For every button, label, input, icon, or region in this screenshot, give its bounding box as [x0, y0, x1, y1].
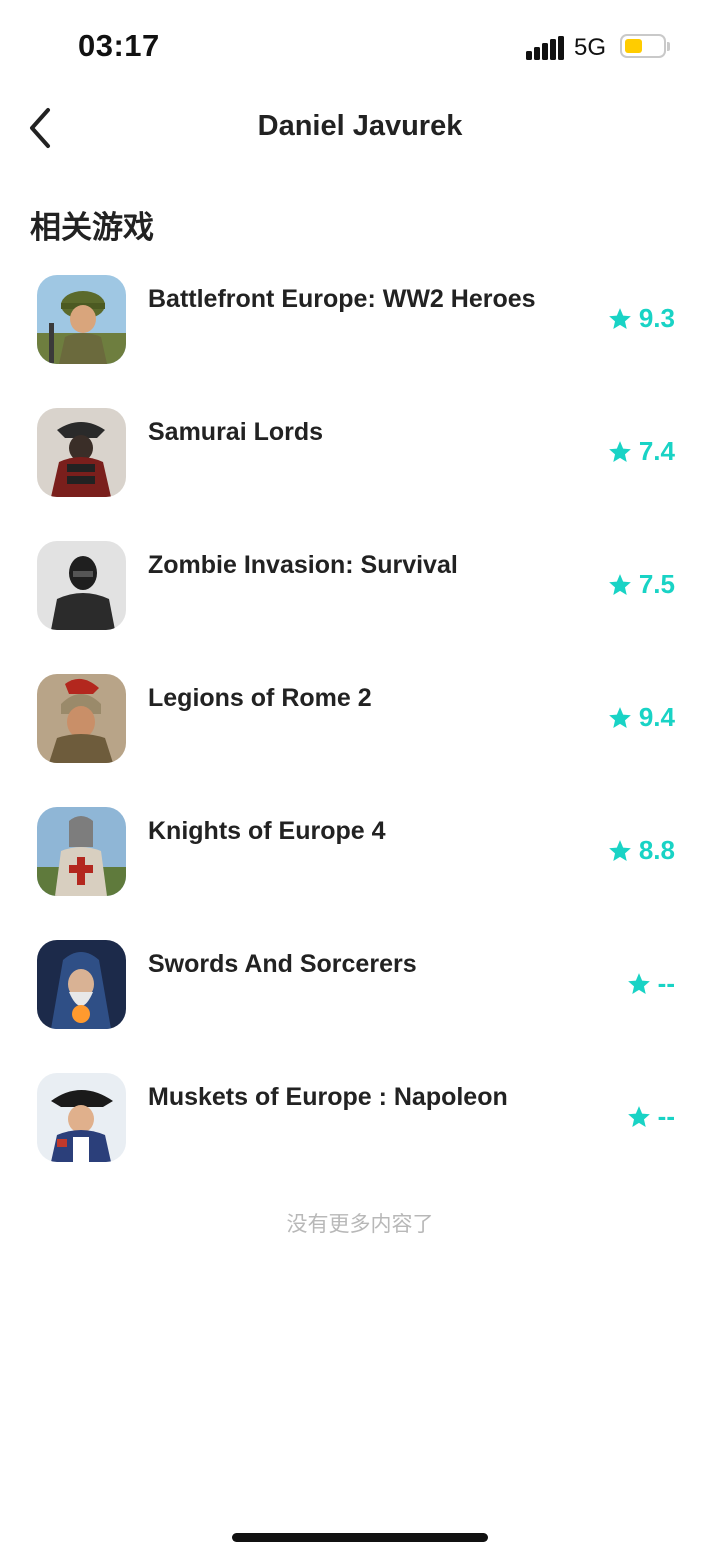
- game-rating: 9.4: [607, 702, 675, 733]
- roman-legionary-icon: [37, 674, 126, 763]
- game-rating: --: [626, 1101, 675, 1132]
- game-item[interactable]: Swords And Sorcerers --: [0, 930, 720, 1040]
- knight-icon: [37, 807, 126, 896]
- game-name: Samurai Lords: [148, 418, 324, 446]
- signal-bars-icon: [526, 36, 564, 60]
- game-rating: 7.4: [607, 436, 675, 467]
- nav-bar: Daniel Javurek: [0, 96, 720, 160]
- game-name: Legions of Rome 2: [148, 684, 372, 712]
- game-item[interactable]: Samurai Lords 7.4: [0, 398, 720, 508]
- star-icon: [609, 573, 631, 595]
- rating-value: 7.5: [638, 569, 675, 599]
- end-of-list-text: 没有更多内容了: [286, 1212, 434, 1236]
- game-item[interactable]: Legions of Rome 2 9.4: [0, 664, 720, 774]
- star-icon: [609, 839, 631, 861]
- rating-value: 7.4: [638, 436, 675, 466]
- section-title: 相关游戏: [30, 210, 154, 246]
- rating-value: --: [657, 1101, 675, 1131]
- star-icon: [609, 307, 631, 329]
- network-label: 5G: [574, 34, 607, 61]
- rating-value: --: [657, 968, 675, 998]
- rating-value: 8.8: [638, 835, 675, 865]
- game-name: Muskets of Europe : Napoleon: [148, 1083, 508, 1111]
- page-title: Daniel Javurek: [257, 110, 463, 142]
- game-item[interactable]: Knights of Europe 4 8.8: [0, 797, 720, 907]
- game-rating: 7.5: [607, 569, 675, 600]
- zombie-survivor-icon: [37, 541, 126, 630]
- game-name: Battlefront Europe: WW2 Heroes: [148, 285, 536, 313]
- rating-value: 9.3: [638, 303, 675, 333]
- game-item[interactable]: Muskets of Europe : Napoleon --: [0, 1063, 720, 1173]
- game-name: Swords And Sorcerers: [148, 950, 417, 978]
- star-icon: [627, 972, 650, 994]
- wizard-icon: [37, 940, 126, 1029]
- star-icon: [609, 706, 631, 728]
- napoleon-icon: [37, 1073, 126, 1162]
- game-rating: 8.8: [607, 835, 675, 866]
- game-rating: 9.3: [607, 303, 675, 334]
- game-rating: --: [626, 968, 675, 999]
- samurai-icon: [37, 408, 126, 497]
- game-item[interactable]: Zombie Invasion: Survival 7.5: [0, 531, 720, 641]
- status-bar: 03:17 5G: [0, 0, 720, 96]
- status-time: 03:17: [78, 28, 160, 63]
- battery-icon: [620, 34, 666, 58]
- game-name: Zombie Invasion: Survival: [148, 551, 458, 579]
- game-item[interactable]: Battlefront Europe: WW2 Heroes 9.3: [0, 265, 720, 375]
- star-icon: [609, 440, 631, 462]
- soldier-icon: [37, 275, 126, 364]
- game-name: Knights of Europe 4: [148, 817, 386, 845]
- battery-cap: [667, 42, 670, 51]
- rating-value: 9.4: [638, 702, 675, 732]
- star-icon: [627, 1105, 650, 1127]
- home-indicator[interactable]: [232, 1533, 488, 1542]
